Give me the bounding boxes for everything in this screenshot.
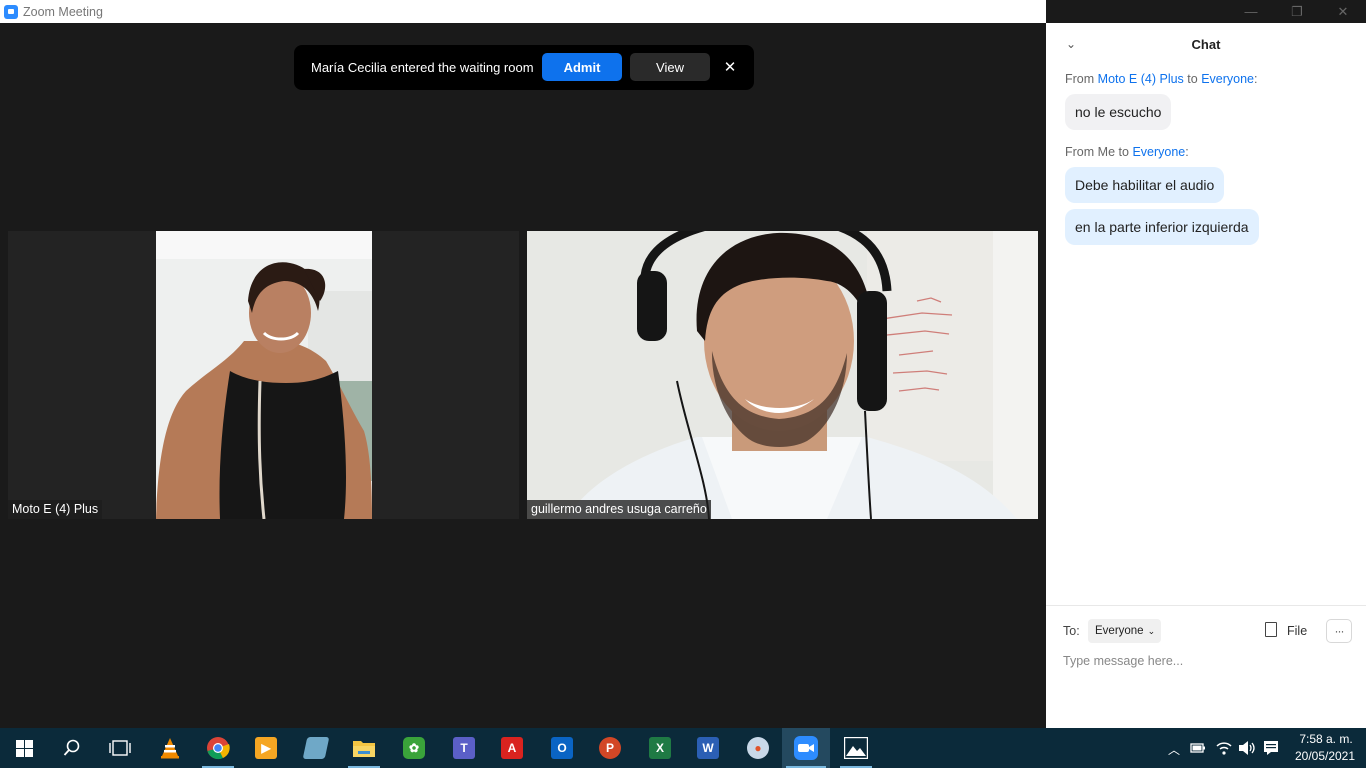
chat-message-bubble[interactable]: en la parte inferior izquierda (1065, 209, 1259, 245)
chrome-icon (207, 737, 230, 760)
taskbar-app-acrobat[interactable]: A (488, 728, 536, 768)
show-hidden-icons-icon[interactable]: ︿ (1168, 741, 1180, 758)
clock-time[interactable]: 7:58 a. m. (1296, 732, 1356, 746)
zoom-logo-icon (4, 4, 18, 19)
zoom-icon (794, 736, 818, 760)
taskbar-app-excel[interactable]: X (636, 728, 684, 768)
taskbar-app-outlook[interactable]: O (538, 728, 586, 768)
more-options-button[interactable]: ··· (1326, 619, 1352, 643)
chevron-down-icon: ⌄ (1147, 625, 1156, 636)
to-word: to (1118, 145, 1129, 159)
recipient-name[interactable]: Everyone (1201, 72, 1254, 86)
close-button[interactable]: ✕ (1320, 0, 1366, 23)
taskbar-app-paint[interactable]: ● (734, 728, 782, 768)
battery-icon[interactable] (1190, 741, 1206, 755)
view-button[interactable]: View (630, 53, 710, 81)
waiting-room-notification: María Cecilia entered the waiting room A… (294, 45, 754, 90)
waiting-room-message: María Cecilia entered the waiting room (311, 60, 534, 75)
system-tray: ︿ 7:58 a. m. 20/05/2021 (1160, 728, 1366, 768)
recipient-select[interactable]: Everyone ⌄ (1088, 619, 1161, 643)
windows-logo-icon (15, 739, 33, 757)
volume-icon[interactable] (1238, 740, 1256, 756)
powerpoint-icon: P (599, 737, 621, 759)
chat-title: Chat (1191, 37, 1221, 52)
participant-name: guillermo andres usuga carreño (527, 500, 711, 519)
notes-icon (302, 737, 330, 759)
participant-name: Moto E (4) Plus (8, 500, 103, 519)
participant-video-feed (527, 231, 1038, 519)
recipient-select-value: Everyone (1095, 625, 1144, 637)
to-word: to (1187, 72, 1198, 86)
from-prefix: From (1065, 72, 1095, 86)
window-title: Zoom Meeting (23, 4, 103, 19)
sender-name[interactable]: Moto E (4) Plus (1098, 72, 1184, 86)
chat-panel: ⌄ Chat From Moto E (4) Plus to Everyone:… (1046, 23, 1366, 728)
task-view-icon (109, 740, 131, 756)
folder-icon (353, 741, 375, 757)
file-button[interactable]: File (1287, 624, 1307, 638)
close-icon[interactable]: ✕ (719, 53, 741, 81)
recipient-name[interactable]: Everyone (1132, 145, 1185, 159)
outlook-icon: O (551, 737, 573, 759)
participant-video-tile[interactable]: guillermo andres usuga carreño (527, 231, 1038, 519)
taskbar-app-notes[interactable] (292, 728, 340, 768)
to-label: To: (1063, 624, 1080, 638)
admit-button[interactable]: Admit (542, 53, 622, 81)
message-sender-line: From Me to Everyone: (1065, 145, 1189, 159)
search-icon (63, 739, 80, 756)
message-input[interactable] (1063, 650, 1343, 672)
chat-compose-area: To: Everyone ⌄ File ··· (1046, 605, 1366, 728)
taskbar-app-vlc[interactable] (146, 728, 194, 768)
restore-button[interactable]: ❐ (1274, 0, 1320, 23)
taskbar-app-zoom[interactable] (782, 728, 830, 768)
taskbar-app-photos[interactable] (832, 728, 880, 768)
chat-message-bubble[interactable]: Debe habilitar el audio (1065, 167, 1225, 203)
message-sender-line: From Moto E (4) Plus to Everyone: (1065, 72, 1258, 86)
taskbar-app-chrome[interactable] (194, 728, 242, 768)
task-view-button[interactable] (96, 728, 144, 768)
notification-icon[interactable] (1263, 740, 1279, 756)
clock-date[interactable]: 20/05/2021 (1290, 749, 1360, 763)
windows-taskbar: ▶ ✿ T A O P X W ● ︿ 7:58 a. m. 20/05/202… (0, 728, 1366, 768)
window-titlebar: Zoom Meeting (0, 0, 1046, 23)
participant-video-feed (8, 231, 519, 519)
taskbar-app-greenshot[interactable]: ✿ (390, 728, 438, 768)
window-controls: — ❐ ✕ (1046, 0, 1366, 23)
minimize-button[interactable]: — (1228, 0, 1274, 23)
chat-header: ⌄ Chat (1046, 23, 1366, 67)
start-button[interactable] (0, 728, 48, 768)
media-player-icon: ▶ (255, 737, 277, 759)
word-icon: W (697, 737, 719, 759)
file-icon[interactable] (1265, 622, 1277, 637)
taskbar-app-teams[interactable]: T (440, 728, 488, 768)
paint-icon: ● (747, 737, 769, 759)
taskbar-app-powerpoint[interactable]: P (586, 728, 634, 768)
greenshot-icon: ✿ (403, 737, 425, 759)
sender-name: Me (1097, 145, 1116, 159)
vlc-icon (161, 738, 179, 759)
from-prefix: From (1065, 145, 1095, 159)
taskbar-app-word[interactable]: W (684, 728, 732, 768)
taskbar-app-file-explorer[interactable] (340, 728, 388, 768)
taskbar-app-media-player[interactable]: ▶ (242, 728, 290, 768)
photos-icon (844, 737, 868, 759)
chat-message-bubble[interactable]: no le escucho (1065, 94, 1172, 130)
meeting-area: María Cecilia entered the waiting room A… (0, 23, 1046, 728)
search-button[interactable] (48, 728, 96, 768)
excel-icon: X (649, 737, 671, 759)
participant-video-tile[interactable]: Moto E (4) Plus (8, 231, 519, 519)
acrobat-icon: A (501, 737, 523, 759)
wifi-icon[interactable] (1216, 740, 1232, 756)
sender-suffix: : (1254, 72, 1258, 86)
sender-suffix: : (1185, 145, 1189, 159)
teams-icon: T (453, 737, 475, 759)
